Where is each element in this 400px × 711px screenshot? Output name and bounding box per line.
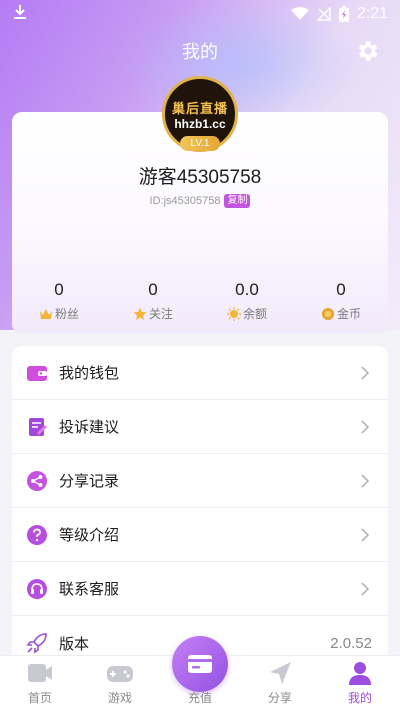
stat-label: 余额 bbox=[242, 307, 267, 321]
nav-label: 首页 bbox=[27, 691, 52, 705]
stat-fans[interactable]: 0 粉丝 bbox=[12, 280, 106, 322]
crown-icon bbox=[39, 308, 52, 319]
status-bar: 2:21 bbox=[0, 0, 400, 28]
stat-coins[interactable]: 0 金币 bbox=[294, 280, 388, 322]
sun-coin-icon bbox=[226, 306, 241, 321]
level-badge: LV.1 bbox=[180, 136, 220, 151]
recharge-button[interactable] bbox=[172, 636, 228, 692]
menu-label: 投诉建议 bbox=[59, 418, 120, 436]
menu-item-customer-service[interactable]: 联系客服 bbox=[12, 562, 388, 616]
stat-label: 金币 bbox=[336, 307, 361, 321]
card-icon bbox=[188, 655, 212, 673]
nav-share[interactable]: 分享 bbox=[240, 656, 320, 711]
avatar-logo-text: 巢后直播 bbox=[171, 101, 228, 117]
chevron-right-icon bbox=[361, 527, 370, 542]
menu-label: 联系客服 bbox=[59, 580, 120, 598]
menu-list: 我的钱包 投诉建议 分享记录 等级介绍 联系客服 版本 2.0.52 bbox=[12, 346, 388, 666]
stat-following[interactable]: 0 关注 bbox=[106, 280, 200, 322]
chevron-right-icon bbox=[361, 419, 370, 434]
chevron-right-icon bbox=[361, 473, 370, 488]
chevron-right-icon bbox=[361, 581, 370, 596]
nav-label: 游戏 bbox=[107, 691, 132, 705]
stat-value: 0.0 bbox=[235, 280, 259, 299]
menu-label: 分享记录 bbox=[59, 472, 120, 490]
version-value: 2.0.52 bbox=[330, 634, 372, 652]
gold-coin-icon bbox=[321, 307, 334, 320]
username: 游客45305758 bbox=[138, 167, 262, 188]
page-title: 我的 bbox=[182, 42, 218, 63]
stat-value: 0 bbox=[336, 280, 346, 299]
chevron-right-icon bbox=[361, 365, 370, 380]
nav-home[interactable]: 首页 bbox=[0, 656, 80, 711]
user-icon bbox=[349, 662, 371, 685]
user-id: ID:js45305758 bbox=[149, 195, 221, 207]
rocket-icon bbox=[26, 633, 47, 654]
nav-games[interactable]: 游戏 bbox=[80, 656, 160, 711]
question-icon bbox=[27, 524, 47, 545]
status-time: 2:21 bbox=[356, 5, 388, 22]
stats-row: 0 粉丝 0 关注 0.0 余额 0 金币 bbox=[12, 280, 388, 322]
stat-label: 关注 bbox=[148, 307, 173, 321]
avatar-logo-url: hhzb1.cc bbox=[174, 116, 226, 131]
nav-label: 我的 bbox=[347, 691, 372, 705]
gear-icon[interactable] bbox=[354, 38, 380, 64]
headset-icon bbox=[27, 578, 47, 599]
wallet-icon bbox=[27, 365, 47, 381]
top-bar: 我的 bbox=[0, 34, 400, 68]
stat-value: 0 bbox=[54, 280, 64, 299]
menu-label: 等级介绍 bbox=[59, 526, 120, 544]
menu-label: 我的钱包 bbox=[59, 364, 120, 382]
feedback-icon bbox=[29, 417, 47, 436]
video-icon bbox=[28, 664, 52, 682]
menu-item-wallet[interactable]: 我的钱包 bbox=[12, 346, 388, 400]
stat-label: 粉丝 bbox=[54, 307, 79, 321]
nav-label: 分享 bbox=[267, 691, 292, 705]
stat-balance[interactable]: 0.0 余额 bbox=[200, 280, 294, 322]
menu-item-share-records[interactable]: 分享记录 bbox=[12, 454, 388, 508]
send-icon bbox=[270, 662, 291, 684]
download-icon bbox=[14, 5, 26, 19]
menu-item-feedback[interactable]: 投诉建议 bbox=[12, 400, 388, 454]
stat-value: 0 bbox=[148, 280, 158, 299]
star-icon bbox=[133, 307, 147, 320]
wifi-icon bbox=[290, 7, 309, 20]
no-signal-icon bbox=[316, 7, 331, 21]
battery-icon bbox=[338, 6, 349, 22]
gamepad-icon bbox=[107, 666, 133, 682]
user-id-row: ID:js45305758 复制 bbox=[0, 194, 400, 208]
share-icon bbox=[27, 470, 47, 491]
menu-item-level-intro[interactable]: 等级介绍 bbox=[12, 508, 388, 562]
nav-mine[interactable]: 我的 bbox=[320, 656, 400, 711]
copy-id-button[interactable]: 复制 bbox=[224, 194, 251, 208]
